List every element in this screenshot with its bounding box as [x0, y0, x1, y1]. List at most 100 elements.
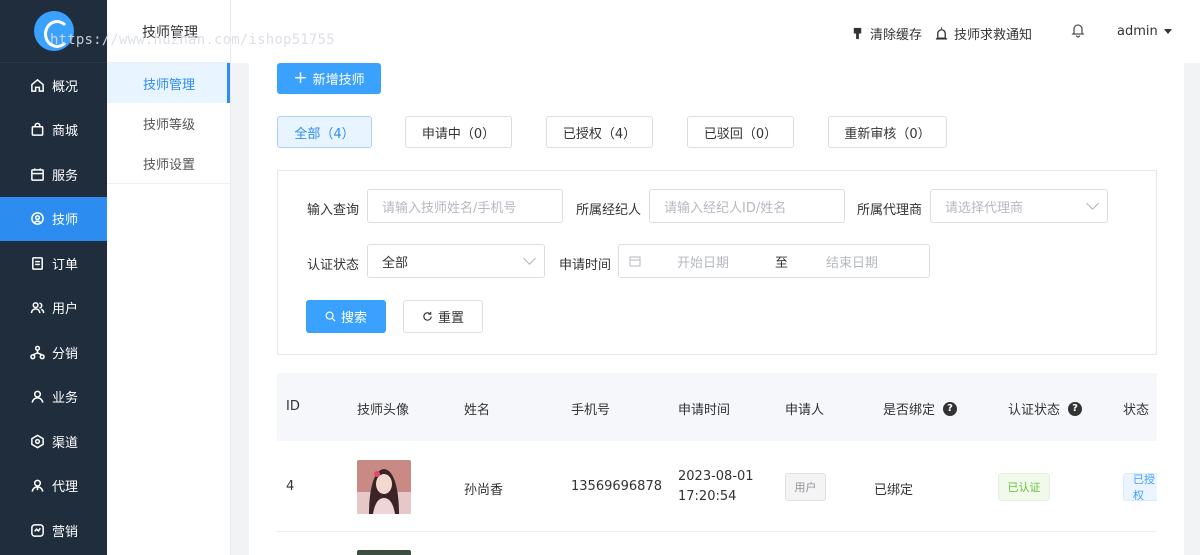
help-icon[interactable]: ?: [943, 401, 958, 416]
service-icon: [29, 166, 45, 182]
cell-phone: 13569696878: [571, 479, 662, 494]
status-select-value: 全部: [382, 255, 409, 271]
query-label: 输入查询: [307, 203, 360, 218]
search-icon: [325, 311, 336, 322]
time-label: 申请时间: [559, 258, 612, 273]
main-sidebar: 概况商城服务技师订单用户分销业务渠道代理营销: [0, 0, 107, 555]
tab-all[interactable]: 全部（4）: [277, 116, 372, 148]
sidebar-item-label: 分销: [52, 346, 79, 362]
col-bound-label: 是否绑定: [883, 403, 936, 418]
alarm-icon: [935, 27, 948, 40]
cell-apply-time: 17:20:54: [678, 489, 737, 504]
caret-down-icon: [1163, 29, 1172, 34]
sidebar-item-technician[interactable]: 技师: [0, 196, 107, 241]
distribution-icon: [29, 344, 45, 360]
cell-bound: 已绑定: [874, 483, 914, 498]
main-content: + 新增技师 全部（4） 申请中（0） 已授权（4） 已驳回（0） 重新审核（0…: [249, 63, 1184, 555]
sidebar-item-marketing[interactable]: 营销: [0, 508, 107, 553]
sidebar-item-business[interactable]: 业务: [0, 375, 107, 420]
col-apply-time: 申请时间: [678, 403, 731, 418]
sidebar-item-label: 订单: [52, 257, 79, 273]
sidebar-item-label: 营销: [52, 524, 79, 540]
notification-bell[interactable]: [1070, 22, 1092, 38]
sos-notice-button[interactable]: 技师求救通知: [935, 24, 1032, 43]
add-technician-button[interactable]: + 新增技师: [277, 63, 381, 94]
reset-button[interactable]: 重置: [403, 300, 483, 333]
sidebar-item-distribution[interactable]: 分销: [0, 330, 107, 375]
top-header: 清除缓存 技师求救通知 admin: [231, 0, 1200, 63]
filter-panel: 输入查询 请输入技师姓名/手机号 所属经纪人 请输入经纪人ID/姓名 所属代理商…: [277, 170, 1157, 355]
plus-icon: +: [293, 68, 308, 88]
sidebar-item-label: 商城: [52, 124, 79, 140]
tab-authorized[interactable]: 已授权（4）: [546, 116, 653, 148]
watermark-text: https://www.huzhan.com/ishop51755: [50, 32, 335, 48]
refresh-icon: [422, 311, 433, 322]
sidebar-item-label: 渠道: [52, 435, 79, 451]
broker-input[interactable]: 请输入经纪人ID/姓名: [649, 189, 845, 223]
sidebar-item-users[interactable]: 用户: [0, 286, 107, 331]
clear-cache-button[interactable]: 清除缓存: [851, 24, 922, 43]
col-id: ID: [286, 399, 300, 414]
home-icon: [29, 77, 45, 93]
query-input[interactable]: 请输入技师姓名/手机号: [367, 189, 563, 223]
sub-item-technician-management[interactable]: 技师管理: [107, 63, 230, 103]
sub-sidebar-divider: [107, 183, 230, 184]
clear-cache-label: 清除缓存: [870, 28, 923, 43]
sidebar-item-label: 技师: [52, 213, 79, 229]
sub-item-technician-settings[interactable]: 技师设置: [107, 143, 230, 183]
cell-name: 孙尚香: [464, 483, 504, 498]
status-label: 认证状态: [307, 258, 360, 273]
user-name: admin: [1117, 24, 1158, 39]
sidebar-item-label: 用户: [52, 302, 79, 318]
sidebar-item-label: 代理: [52, 480, 79, 496]
broker-label: 所属经纪人: [576, 203, 642, 218]
tab-applying[interactable]: 申请中（0）: [405, 116, 512, 148]
sidebar-item-service[interactable]: 服务: [0, 152, 107, 197]
range-separator: 至: [775, 255, 789, 271]
col-status: 状态: [1123, 403, 1150, 418]
add-technician-label: 新增技师: [312, 73, 365, 88]
sidebar-item-channel[interactable]: 渠道: [0, 419, 107, 464]
sidebar-item-shop-bag[interactable]: 商城: [0, 108, 107, 153]
search-button[interactable]: 搜索: [306, 300, 386, 333]
reset-label: 重置: [437, 311, 464, 326]
agent-label: 所属代理商: [857, 203, 923, 218]
table-header: ID 技师头像 姓名 手机号 申请时间 申请人 是否绑定 ? 认证状态 ? 状态: [277, 373, 1157, 441]
status-tag-label: 已授权: [1133, 473, 1155, 501]
auth-status-tag: 已认证: [998, 473, 1050, 501]
date-range-picker[interactable]: 开始日期 至 结束日期: [618, 244, 930, 278]
technician-avatar[interactable]: [357, 550, 411, 555]
status-select[interactable]: 全部: [367, 244, 545, 278]
channel-icon: [29, 433, 45, 449]
applicant-tag: 用户: [785, 473, 826, 501]
start-date-input[interactable]: 开始日期: [677, 252, 767, 271]
sidebar-item-label: 概况: [52, 79, 79, 95]
sidebar-item-home[interactable]: 概况: [0, 63, 107, 108]
tab-re-review[interactable]: 重新审核（0）: [828, 116, 947, 148]
end-date-input[interactable]: 结束日期: [826, 252, 878, 271]
sidebar-item-label: 服务: [52, 168, 79, 184]
sidebar-nav: 概况商城服务技师订单用户分销业务渠道代理营销: [0, 63, 107, 553]
col-name: 姓名: [464, 403, 491, 418]
tab-rejected[interactable]: 已驳回（0）: [687, 116, 794, 148]
bell-icon: [1070, 22, 1086, 38]
cell-id: 4: [286, 479, 295, 494]
sidebar-item-agent[interactable]: 代理: [0, 464, 107, 509]
sidebar-item-order[interactable]: 订单: [0, 241, 107, 286]
order-icon: [29, 255, 45, 271]
status-tag: 已授权: [1123, 473, 1157, 501]
business-icon: [29, 389, 45, 405]
agent-icon: [29, 478, 45, 494]
calendar-icon: [629, 255, 641, 267]
help-icon[interactable]: ?: [1068, 401, 1083, 416]
sub-item-technician-level[interactable]: 技师等级: [107, 103, 230, 143]
user-menu[interactable]: admin: [1117, 24, 1172, 39]
agent-select-placeholder: 请选择代理商: [945, 200, 1024, 216]
search-label: 搜索: [340, 311, 367, 326]
technician-avatar[interactable]: [357, 460, 411, 514]
clear-cache-icon: [851, 27, 864, 40]
col-applicant: 申请人: [785, 403, 825, 418]
col-auth-status-label: 认证状态: [1008, 403, 1061, 418]
chevron-down-icon: [523, 252, 536, 265]
agent-select[interactable]: 请选择代理商: [930, 189, 1108, 223]
